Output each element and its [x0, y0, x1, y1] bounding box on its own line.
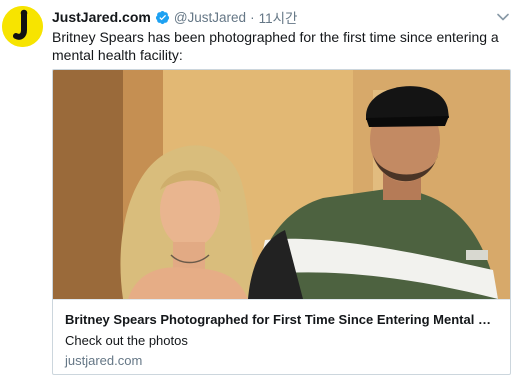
tweet-text: Britney Spears has been photographed for…: [52, 29, 499, 63]
user-handle[interactable]: @JustJared: [174, 10, 246, 25]
separator-dot: ·: [250, 9, 255, 25]
chevron-down-icon[interactable]: [496, 10, 510, 24]
display-name[interactable]: JustJared.com: [52, 9, 151, 25]
card-image[interactable]: [53, 70, 510, 299]
card-body[interactable]: Britney Spears Photographed for First Ti…: [53, 299, 510, 374]
card-title[interactable]: Britney Spears Photographed for First Ti…: [65, 312, 497, 328]
justjared-logo-icon: [2, 6, 43, 47]
avatar[interactable]: [2, 6, 43, 47]
card-domain[interactable]: justjared.com: [65, 353, 142, 369]
verified-badge-icon: [155, 10, 169, 24]
link-card[interactable]: Britney Spears Photographed for First Ti…: [52, 69, 511, 375]
timestamp[interactable]: 11시간: [259, 7, 298, 27]
tweet-header: JustJared.com @JustJared · 11시간: [52, 8, 297, 26]
card-description: Check out the photos: [65, 333, 188, 348]
